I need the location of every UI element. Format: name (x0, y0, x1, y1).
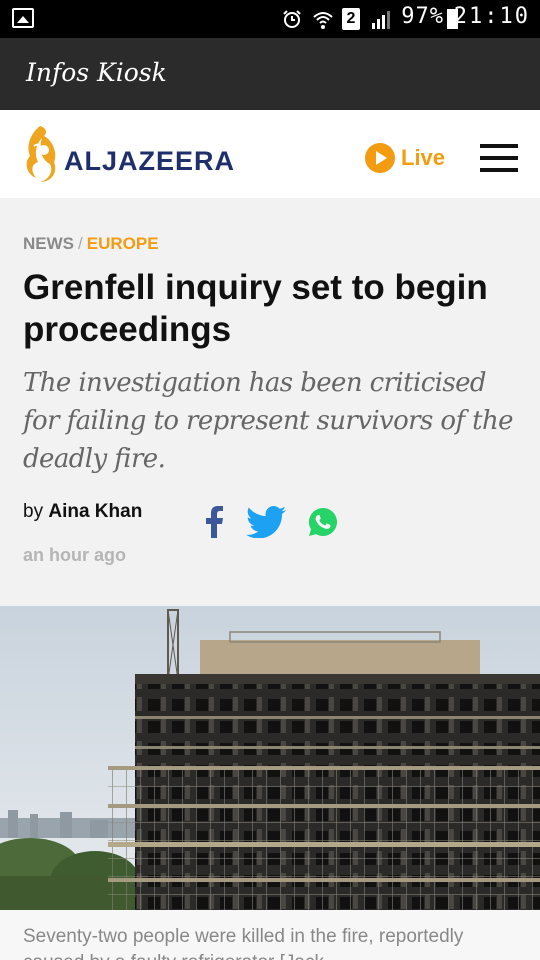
image-caption-text: Seventy-two people were killed in the fi… (23, 926, 464, 960)
site-header: ALJAZEERA Live (0, 110, 540, 198)
share-buttons (204, 506, 338, 538)
hero-image[interactable] (0, 606, 540, 910)
article-dek: The investigation has been criticised fo… (23, 368, 514, 474)
clock: 21:10 (453, 4, 530, 29)
article-headline: Grenfell inquiry set to begin proceeding… (23, 268, 488, 349)
hamburger-menu-icon[interactable] (480, 144, 518, 174)
battery-percent: 97% (401, 4, 444, 29)
byline-prefix: by (23, 501, 44, 522)
aljazeera-logo-icon[interactable] (20, 122, 60, 184)
sim-icon: 2 (342, 8, 360, 30)
live-label: Live (401, 145, 446, 170)
image-caption: Seventy-two people were killed in the fi… (0, 910, 540, 960)
gallery-icon (12, 8, 34, 28)
wifi-icon (312, 9, 333, 29)
breadcrumb-section[interactable]: NEWS (23, 234, 74, 253)
live-button[interactable]: Live (365, 143, 445, 173)
breadcrumb: NEWS / EUROPE (23, 234, 159, 254)
app-title: Infos Kiosk (26, 58, 167, 87)
breadcrumb-category[interactable]: EUROPE (87, 234, 159, 253)
twitter-icon[interactable] (246, 506, 286, 538)
facebook-icon[interactable] (204, 506, 224, 538)
play-icon (365, 143, 395, 173)
app-bar: Infos Kiosk (0, 38, 540, 110)
status-bar: 2 97% 21:10 (0, 0, 540, 38)
alarm-icon (282, 9, 302, 29)
signal-icon (370, 9, 390, 29)
whatsapp-icon[interactable] (308, 507, 338, 537)
byline: by Aina Khan (23, 501, 142, 523)
breadcrumb-separator: / (78, 234, 83, 253)
publish-time: an hour ago (23, 545, 126, 565)
logo-wordmark[interactable]: ALJAZEERA (64, 146, 235, 177)
author-name[interactable]: Aina Khan (48, 501, 142, 522)
article: NEWS / EUROPE Grenfell inquiry set to begi… (0, 198, 540, 606)
